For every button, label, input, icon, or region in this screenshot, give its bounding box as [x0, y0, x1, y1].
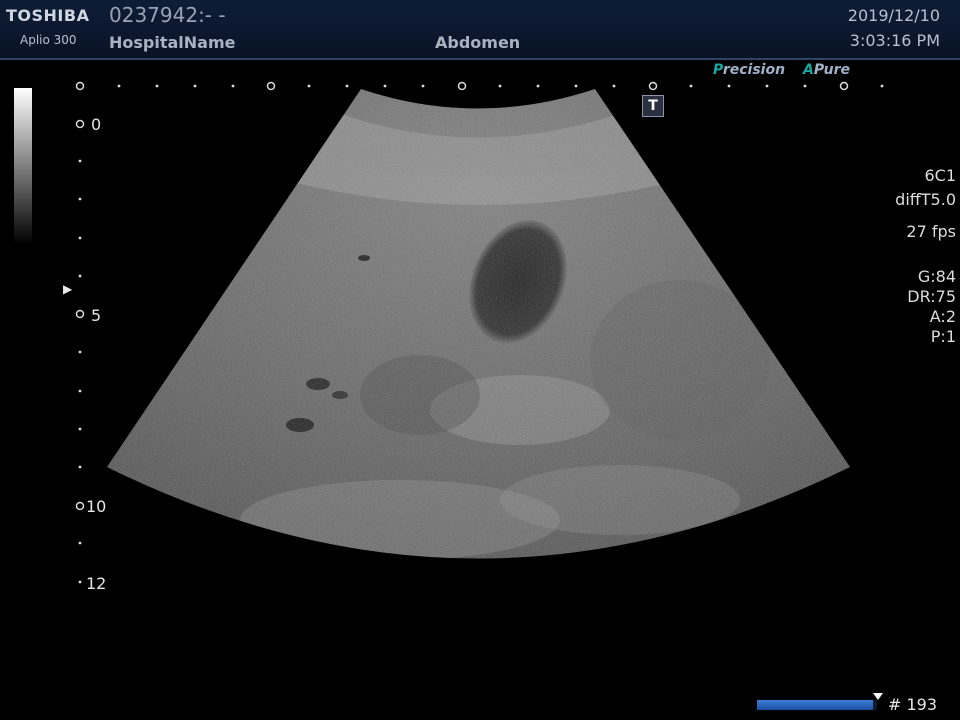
lateral-scale — [75, 81, 884, 91]
p-param-label: P:1 — [930, 327, 956, 346]
frame-rate-label: 27 fps — [906, 222, 956, 241]
depth-label: 0 — [91, 115, 102, 134]
dynamic-range-label: DR:75 — [907, 287, 956, 306]
ultrasound-image — [75, 81, 884, 584]
ultrasound-sector — [107, 89, 850, 559]
cine-progress-bar[interactable] — [757, 700, 877, 710]
a-param-label: A:2 — [929, 307, 956, 326]
depth-label: 10 — [86, 497, 107, 516]
cine-position-icon[interactable] — [873, 693, 883, 700]
gain-label: G:84 — [917, 267, 956, 286]
depth-scale — [75, 119, 85, 584]
depth-label: 5 — [91, 306, 102, 325]
depth-label: 12 — [86, 574, 107, 593]
probe-label: 6C1 — [924, 166, 956, 185]
frame-counter: # 193 — [888, 695, 938, 714]
t-marker-button[interactable]: T — [642, 95, 664, 117]
cine-progress-fill — [757, 700, 874, 710]
focus-marker-icon[interactable]: ▶ — [63, 282, 72, 296]
mode-label: diffT5.0 — [895, 190, 956, 209]
